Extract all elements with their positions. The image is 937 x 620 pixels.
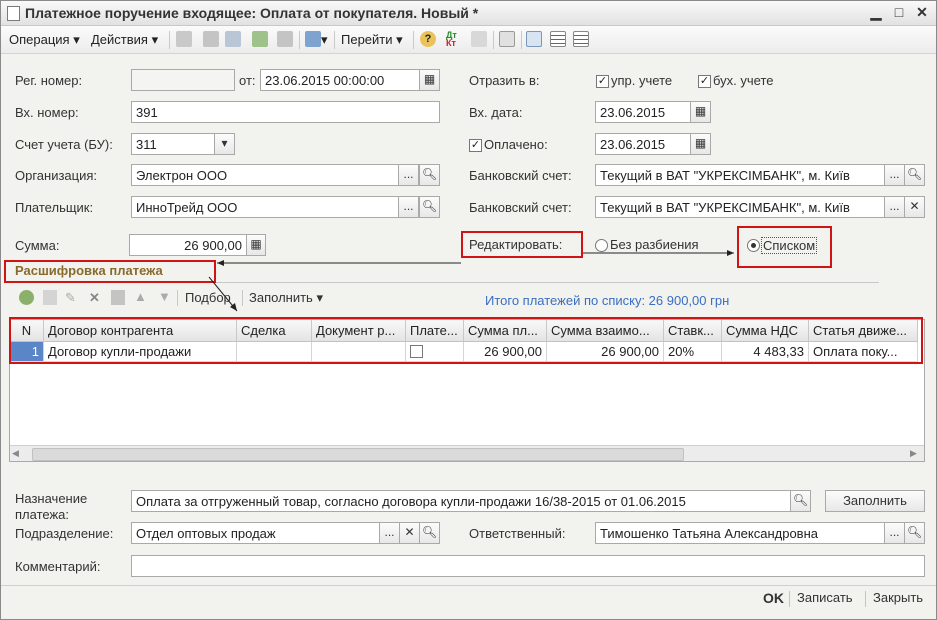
department-clear-icon[interactable]: ✕: [399, 522, 420, 544]
department-select-icon[interactable]: ...: [379, 522, 400, 544]
fill-menu[interactable]: Заполнить ▾: [249, 290, 323, 306]
responsible-search-icon[interactable]: 🔍︎: [904, 522, 925, 544]
fill-purpose-button[interactable]: Заполнить: [825, 490, 925, 512]
department-input[interactable]: Отдел оптовых продаж: [131, 522, 380, 544]
selection-button[interactable]: Подбор: [185, 290, 231, 305]
toolbar-separator: [177, 290, 178, 306]
ok-button[interactable]: OK: [763, 590, 784, 606]
edit-row-icon[interactable]: ✎: [65, 290, 79, 305]
footer: OK Записать Закрыть: [1, 585, 936, 619]
footer-separator: [789, 591, 790, 607]
horizontal-scrollbar[interactable]: ◀ ▶: [10, 445, 924, 461]
purpose-search-icon[interactable]: 🔍︎: [790, 490, 811, 512]
copy-row-icon[interactable]: [43, 290, 57, 305]
department-search-icon[interactable]: 🔍︎: [419, 522, 440, 544]
toolbar-separator: [242, 290, 243, 306]
total-payments: Итого платежей по списку: 26 900,00 грн: [485, 293, 730, 308]
footer-separator: [865, 591, 866, 607]
department-label: Подразделение:: [15, 526, 114, 541]
table-row-highlight: [9, 317, 923, 364]
scroll-left-icon[interactable]: ◀: [12, 448, 19, 459]
close-button[interactable]: Закрыть: [873, 590, 923, 605]
move-up-icon[interactable]: ▲: [134, 289, 147, 304]
save-button[interactable]: Записать: [797, 590, 853, 605]
comment-input[interactable]: [131, 555, 925, 577]
document-window: Платежное поручение входящее: Оплата от …: [0, 0, 937, 620]
move-down-icon[interactable]: ▼: [158, 289, 171, 304]
comment-label: Комментарий:: [15, 559, 101, 574]
responsible-input[interactable]: Тимошенко Татьяна Александровна: [595, 522, 885, 544]
responsible-select-icon[interactable]: ...: [884, 522, 905, 544]
purpose-input[interactable]: Оплата за отгруженный товар, согласно до…: [131, 490, 791, 512]
delete-row-icon[interactable]: ✕: [89, 290, 103, 305]
purpose-label-2: платежа:: [15, 507, 69, 522]
scroll-thumb[interactable]: [32, 448, 684, 461]
purpose-label: Назначение: [15, 491, 88, 506]
end-edit-icon[interactable]: [111, 290, 125, 305]
scroll-right-icon[interactable]: ▶: [910, 448, 917, 459]
responsible-label: Ответственный:: [469, 526, 566, 541]
add-row-icon[interactable]: [19, 290, 34, 305]
